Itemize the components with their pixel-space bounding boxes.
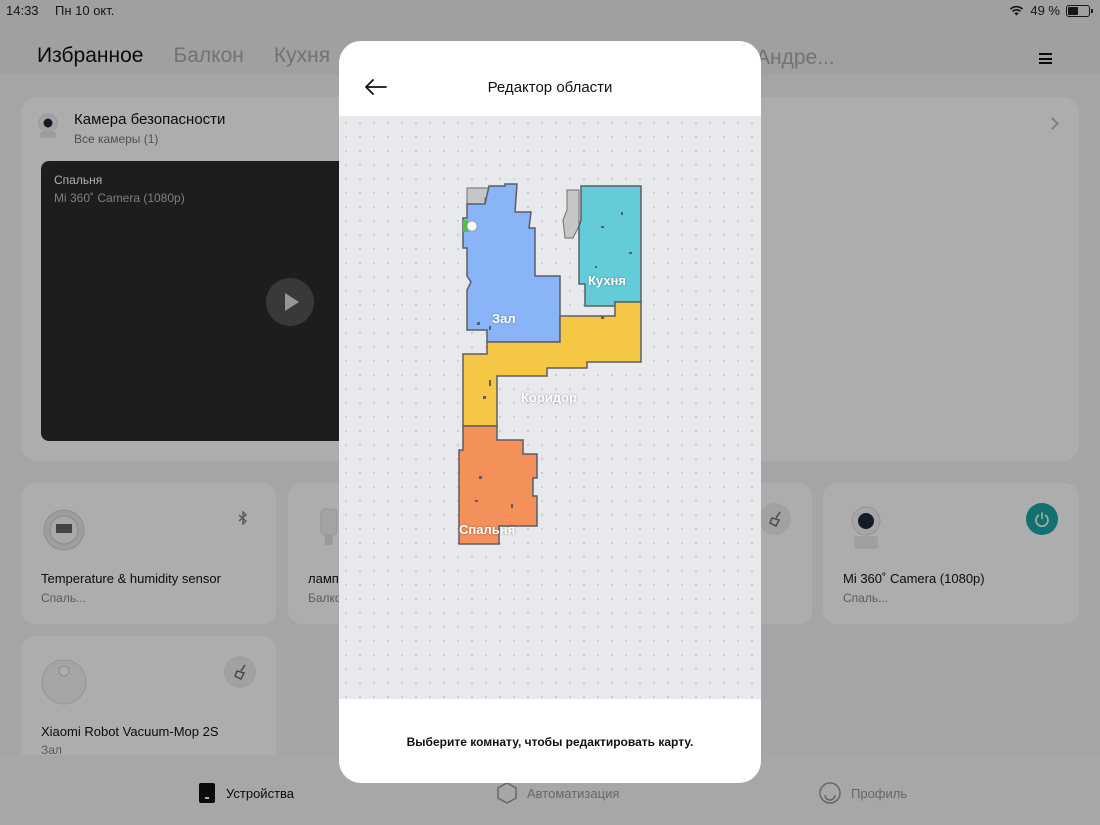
modal-hint: Выберите комнату, чтобы редактировать ка… [406,735,694,749]
modal-title: Редактор области [487,79,613,96]
room-label-bedroom[interactable]: Спальня [459,522,515,537]
robot-position-icon [466,220,478,232]
room-label-corridor[interactable]: Коридор [521,390,577,405]
area-editor-modal: Редактор области Зал Кухня Коридор Спаль… [339,41,761,783]
map-area: Зал Кухня Коридор Спальня [339,116,761,699]
modal-header: Редактор области [339,41,761,116]
room-label-hall[interactable]: Зал [492,311,516,326]
floor-map [458,183,642,545]
room-kitchen-area[interactable] [578,185,642,307]
room-label-kitchen[interactable]: Кухня [588,273,626,288]
